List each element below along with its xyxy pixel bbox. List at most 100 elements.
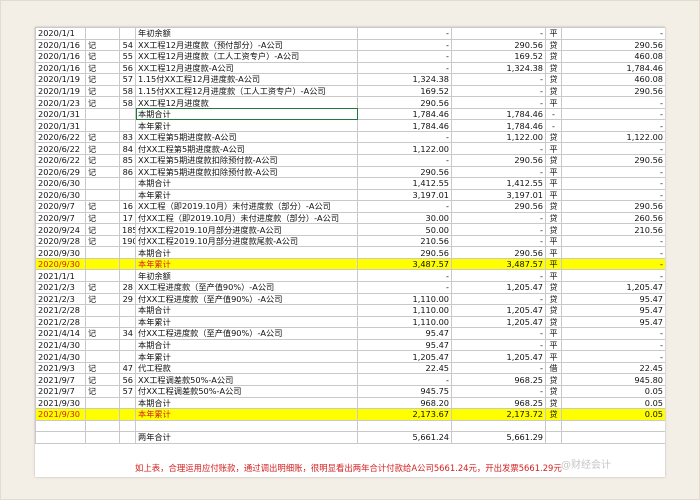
cell-summary[interactable]: 1.15付XX工程12月进度款-A公司 [135, 73, 358, 86]
cell-summary[interactable]: 本年累计 [135, 119, 358, 132]
cell-date[interactable]: 2021/2/3 [35, 292, 86, 306]
cell-debit[interactable]: - [357, 154, 452, 167]
cell-voucher-type[interactable]: 记 [85, 154, 120, 167]
cell-balance[interactable]: 1,784.46 [561, 61, 665, 75]
cell-direction[interactable]: 贷 [545, 315, 562, 329]
cell-direction[interactable]: 贷 [545, 373, 562, 386]
cell-credit[interactable]: - [451, 292, 546, 306]
cell-voucher-no[interactable] [119, 107, 136, 121]
cell-balance[interactable]: - [561, 269, 665, 283]
cell-balance[interactable]: - [561, 188, 665, 202]
cell-debit[interactable]: 1,122.00 [357, 142, 452, 155]
cell-balance[interactable]: 460.08 [561, 73, 665, 86]
cell-direction[interactable] [545, 431, 562, 444]
cell-voucher-no[interactable]: 190 [119, 234, 136, 248]
cell-credit[interactable]: - [451, 384, 546, 398]
cell-debit[interactable] [357, 419, 452, 433]
cell-direction[interactable]: 平 [545, 246, 562, 259]
cell-balance[interactable]: 260.56 [561, 211, 665, 225]
cell-balance[interactable]: - [561, 234, 665, 248]
cell-balance[interactable]: 95.47 [561, 315, 665, 329]
cell-debit[interactable]: 945.75 [357, 384, 452, 398]
cell-direction[interactable]: 平 [545, 96, 562, 109]
cell-balance[interactable]: - [561, 142, 665, 155]
cell-summary[interactable]: 本期合计 [135, 304, 358, 317]
cell-date[interactable] [35, 431, 86, 444]
cell-debit[interactable]: 290.56 [357, 96, 452, 109]
cell-date[interactable]: 2021/1/1 [35, 269, 86, 283]
cell-voucher-no[interactable]: 55 [119, 50, 136, 63]
cell-summary[interactable]: XX工程第5期进度款扣除预付款-A公司 [135, 154, 358, 167]
cell-direction[interactable] [545, 419, 562, 433]
cell-voucher-type[interactable]: 记 [85, 281, 120, 294]
cell-credit[interactable]: 968.25 [451, 373, 546, 386]
cell-balance[interactable]: - [561, 246, 665, 259]
cell-date[interactable]: 2020/6/22 [35, 142, 86, 155]
cell-date[interactable]: 2020/9/24 [35, 223, 86, 236]
cell-date[interactable]: 2020/1/1 [35, 27, 86, 40]
cell-credit[interactable] [451, 419, 546, 433]
cell-voucher-no[interactable] [119, 177, 136, 190]
cell-balance[interactable]: 945.80 [561, 373, 665, 386]
cell-date[interactable]: 2020/6/22 [35, 154, 86, 167]
cell-direction[interactable]: 贷 [545, 292, 562, 306]
cell-credit[interactable]: - [451, 338, 546, 352]
cell-balance[interactable]: 290.56 [561, 200, 665, 213]
cell-direction[interactable]: 贷 [545, 408, 562, 421]
cell-credit[interactable]: 2,173.72 [451, 408, 546, 421]
cell-summary[interactable]: 本期合计 [135, 177, 358, 190]
cell-credit[interactable]: 1,412.55 [451, 177, 546, 190]
cell-date[interactable]: 2021/9/30 [35, 408, 86, 421]
cell-balance[interactable]: - [561, 177, 665, 190]
cell-direction[interactable]: - [545, 107, 562, 121]
cell-voucher-no[interactable] [119, 119, 136, 132]
cell-voucher-no[interactable] [119, 246, 136, 259]
cell-voucher-no[interactable] [119, 431, 136, 444]
cell-balance[interactable]: 460.08 [561, 50, 665, 63]
cell-credit[interactable]: - [451, 234, 546, 248]
cell-credit[interactable]: 1,324.38 [451, 61, 546, 75]
cell-summary[interactable]: 本期合计 [135, 338, 358, 352]
cell-credit[interactable]: 3,487.57 [451, 257, 546, 271]
cell-date[interactable]: 2021/4/30 [35, 350, 86, 363]
cell-balance[interactable]: 1,122.00 [561, 130, 665, 144]
cell-summary[interactable]: 本年累计 [135, 315, 358, 329]
cell-direction[interactable]: 平 [545, 165, 562, 179]
cell-summary[interactable]: XX工程12月进度款 [135, 96, 358, 109]
cell-direction[interactable]: - [545, 119, 562, 132]
cell-voucher-type[interactable] [85, 304, 120, 317]
cell-date[interactable]: 2021/9/7 [35, 373, 86, 386]
cell-voucher-type[interactable] [85, 269, 120, 283]
cell-summary[interactable]: XX工程进度款（至产值90%）-A公司 [135, 281, 358, 294]
cell-direction[interactable]: 平 [545, 234, 562, 248]
cell-date[interactable]: 2020/1/16 [35, 61, 86, 75]
cell-debit[interactable]: - [357, 130, 452, 144]
cell-voucher-type[interactable]: 记 [85, 96, 120, 109]
cell-voucher-type[interactable]: 记 [85, 73, 120, 86]
cell-debit[interactable]: 5,661.24 [357, 431, 452, 444]
cell-voucher-type[interactable]: 记 [85, 130, 120, 144]
cell-summary[interactable]: 本年累计 [135, 257, 358, 271]
cell-balance[interactable]: 0.05 [561, 384, 665, 398]
cell-voucher-type[interactable] [85, 431, 120, 444]
cell-voucher-type[interactable]: 记 [85, 142, 120, 155]
cell-credit[interactable]: - [451, 361, 546, 375]
cell-date[interactable]: 2020/9/7 [35, 200, 86, 213]
cell-balance[interactable]: - [561, 327, 665, 340]
cell-voucher-type[interactable]: 记 [85, 234, 120, 248]
cell-voucher-type[interactable]: 记 [85, 211, 120, 225]
cell-credit[interactable]: 5,661.29 [451, 431, 546, 444]
cell-credit[interactable]: 968.25 [451, 396, 546, 410]
cell-credit[interactable]: 290.56 [451, 154, 546, 167]
cell-voucher-type[interactable] [85, 315, 120, 329]
cell-summary[interactable]: XX工程12月进度款（预付部分）-A公司 [135, 38, 358, 52]
cell-balance[interactable]: 95.47 [561, 304, 665, 317]
cell-voucher-no[interactable]: 29 [119, 292, 136, 306]
cell-debit[interactable]: 1,110.00 [357, 292, 452, 306]
cell-balance[interactable]: 290.56 [561, 154, 665, 167]
cell-date[interactable]: 2020/9/30 [35, 257, 86, 271]
cell-summary[interactable]: 1.15付XX工程12月进度款（工人工资专户）-A公司 [135, 84, 358, 98]
cell-balance[interactable]: 1,205.47 [561, 281, 665, 294]
cell-voucher-type[interactable]: 记 [85, 373, 120, 386]
cell-summary[interactable]: 付XX工程2019.10月部分进度款尾款-A公司 [135, 234, 358, 248]
